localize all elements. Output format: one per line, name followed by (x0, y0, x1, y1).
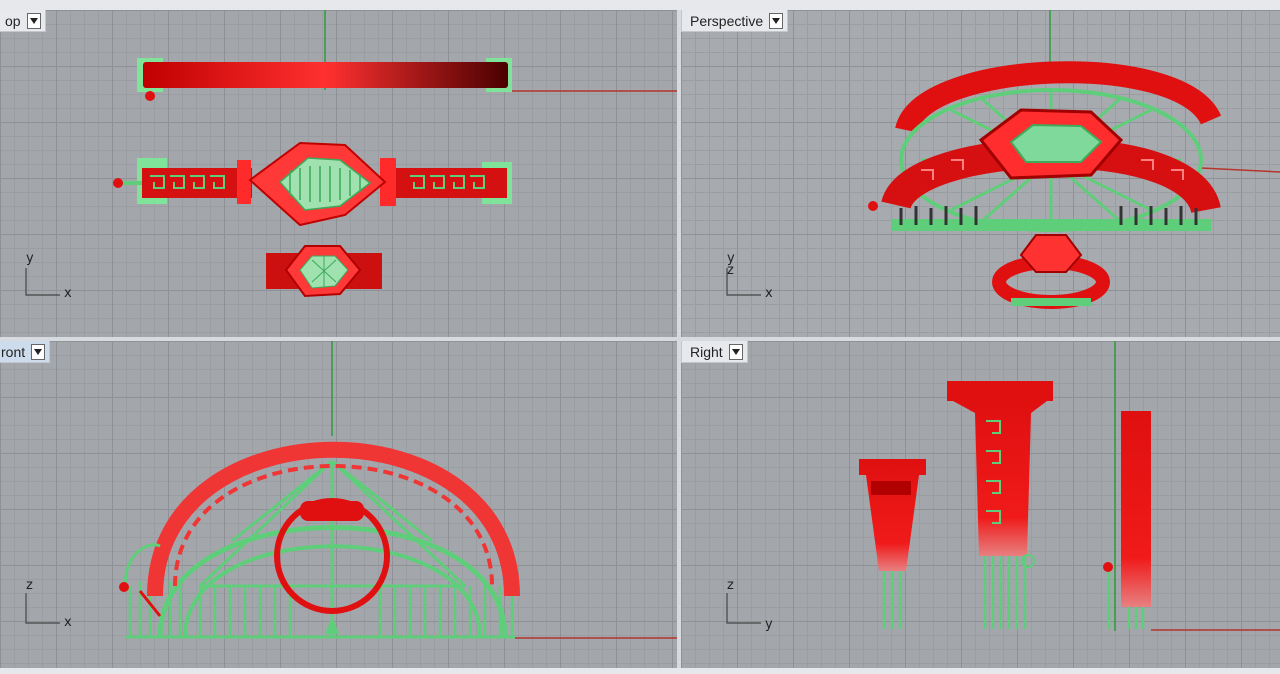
right-view-scene: z y (726, 341, 1280, 632)
axis-label-x: x (64, 286, 72, 301)
sprue-ball (868, 201, 878, 211)
bezel-support-web (1009, 123, 1103, 163)
support-pins (983, 556, 1027, 629)
axis-label-x: x (765, 286, 773, 301)
viewport-top[interactable]: y x op (0, 10, 677, 337)
bezel-detail (871, 481, 911, 495)
chevron-down-icon[interactable] (31, 343, 46, 360)
axis-widget: y z x (726, 251, 773, 301)
support-cone (325, 616, 339, 634)
top-view-scene: y x (25, 10, 677, 301)
small-ring-bezel (1019, 234, 1083, 273)
ring-band-topview (143, 62, 508, 88)
band-hinge (237, 160, 251, 204)
viewport-front[interactable]: z x ront (0, 341, 677, 668)
viewport-label: Right (690, 343, 723, 360)
sprue-ball (1103, 562, 1113, 572)
bottom-status-strip (0, 668, 1280, 674)
axis-label-y: y (26, 251, 34, 266)
band-top-cap (947, 381, 1053, 401)
small-ring-bezel (300, 501, 364, 521)
chevron-down-icon[interactable] (769, 12, 784, 29)
support-pins (882, 571, 902, 629)
axis-widget: y x (25, 251, 72, 301)
axis-label-z: z (727, 263, 734, 278)
chevron-down-icon[interactable] (728, 343, 743, 360)
front-view-scene: z x (25, 341, 677, 639)
greek-key-band-left (142, 168, 252, 198)
x-axis-line (1200, 167, 1280, 173)
viewport-label: op (5, 12, 21, 29)
sprue-ball (119, 582, 129, 592)
viewport-title-top[interactable]: op (0, 10, 46, 32)
greek-key-band-right (395, 168, 507, 198)
axis-label-x: x (64, 615, 72, 630)
axis-widget: z y (726, 578, 773, 632)
axis-label-z: z (727, 578, 734, 593)
viewport-title-right[interactable]: Right (681, 341, 748, 363)
sprue-ball (145, 91, 155, 101)
viewport-label: ront (1, 343, 26, 360)
small-ring-profile (859, 459, 926, 571)
top-toolbar-strip (0, 0, 1280, 10)
viewport-title-front[interactable]: ront (0, 341, 51, 363)
axis-label-z: z (26, 578, 33, 593)
viewport-perspective[interactable]: y z x Perspective (681, 10, 1280, 337)
viewport-label: Perspective (690, 12, 764, 29)
chevron-down-icon[interactable] (26, 12, 41, 29)
axis-label-y: y (765, 617, 773, 632)
viewport-right[interactable]: z y Right (681, 341, 1280, 668)
perspective-view-scene: y z x (726, 10, 1280, 309)
viewport-title-perspective[interactable]: Perspective (681, 10, 789, 32)
sprue-ball (113, 178, 123, 188)
band-edge-profile (1121, 411, 1151, 607)
axis-widget: z x (25, 578, 72, 630)
